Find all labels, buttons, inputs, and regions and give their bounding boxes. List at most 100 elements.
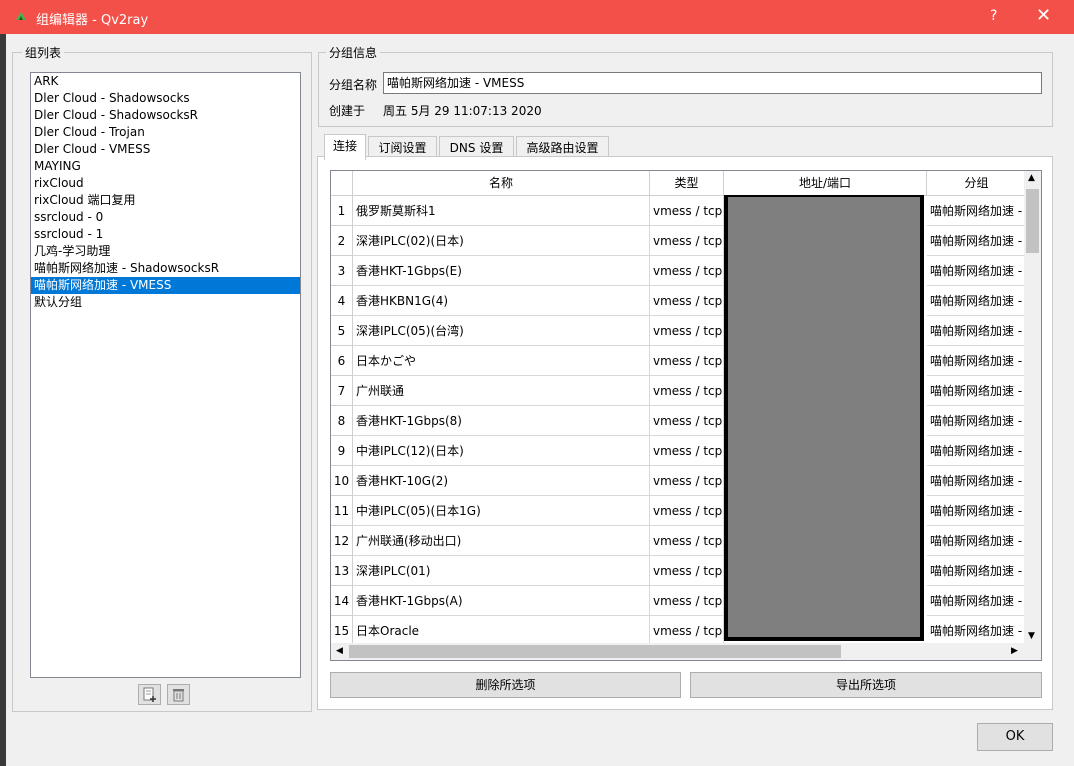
delete-selected-button[interactable]: 删除所选项 [330,672,681,698]
add-group-icon [143,687,156,702]
cell-group[interactable]: 喵帕斯网络加速 - [927,376,1027,406]
row-header[interactable]: 9 [331,436,353,466]
cell-name[interactable]: 深港IPLC(01) [353,556,650,586]
cell-type[interactable]: vmess / tcp [650,466,724,496]
cell-type[interactable]: vmess / tcp [650,316,724,346]
cell-name[interactable]: 中港IPLC(12)(日本) [353,436,650,466]
connections-table[interactable]: 名称 类型 地址/端口 分组 1 俄罗斯莫斯科1 vmess / tcp 喵帕斯网络加… [330,170,1042,661]
scroll-up-icon[interactable]: ▲ [1028,173,1035,183]
row-header[interactable]: 4 [331,286,353,316]
export-selected-button[interactable]: 导出所选项 [690,672,1042,698]
cell-group[interactable]: 喵帕斯网络加速 - [927,526,1027,556]
horizontal-scroll-thumb[interactable] [349,645,841,658]
group-list-item[interactable]: rixCloud [31,175,300,192]
cell-name[interactable]: 日本Oracle [353,616,650,646]
cell-type[interactable]: vmess / tcp [650,556,724,586]
cell-group[interactable]: 喵帕斯网络加速 - [927,616,1027,646]
cell-group[interactable]: 喵帕斯网络加速 - [927,226,1027,256]
row-header[interactable]: 15 [331,616,353,646]
cell-group[interactable]: 喵帕斯网络加速 - [927,406,1027,436]
cell-group[interactable]: 喵帕斯网络加速 - [927,286,1027,316]
table-horizontal-scrollbar[interactable]: ◀ ▶ [331,643,1041,660]
cell-name[interactable]: 香港HKT-10G(2) [353,466,650,496]
row-header[interactable]: 5 [331,316,353,346]
cell-group[interactable]: 喵帕斯网络加速 - [927,496,1027,526]
group-list-item[interactable]: ssrcloud - 0 [31,209,300,226]
add-group-button[interactable] [138,684,161,705]
scroll-down-icon[interactable]: ▼ [1028,631,1035,641]
cell-type[interactable]: vmess / tcp [650,196,724,226]
cell-type[interactable]: vmess / tcp [650,256,724,286]
cell-name[interactable]: 香港HKBN1G(4) [353,286,650,316]
cell-group[interactable]: 喵帕斯网络加速 - [927,556,1027,586]
cell-type[interactable]: vmess / tcp [650,586,724,616]
scroll-left-icon[interactable]: ◀ [336,646,343,656]
row-header[interactable]: 7 [331,376,353,406]
row-header[interactable]: 3 [331,256,353,286]
group-list-item[interactable]: 默认分组 [31,294,300,311]
vertical-scroll-thumb[interactable] [1026,189,1039,253]
cell-name[interactable]: 深港IPLC(02)(日本) [353,226,650,256]
column-header-name[interactable]: 名称 [353,171,650,196]
group-list-item[interactable]: 喵帕斯网络加速 - ShadowsocksR [31,260,300,277]
column-header-address-port[interactable]: 地址/端口 [724,171,927,196]
row-header[interactable]: 11 [331,496,353,526]
row-header[interactable]: 8 [331,406,353,436]
group-list-item[interactable]: Dler Cloud - VMESS [31,141,300,158]
cell-type[interactable]: vmess / tcp [650,346,724,376]
cell-name[interactable]: 香港HKT-1Gbps(E) [353,256,650,286]
table-corner [331,171,353,196]
cell-group[interactable]: 喵帕斯网络加速 - [927,196,1027,226]
cell-name[interactable]: 香港HKT-1Gbps(8) [353,406,650,436]
group-list-item[interactable]: ARK [31,73,300,90]
cell-name[interactable]: 广州联通 [353,376,650,406]
group-list-item[interactable]: Dler Cloud - Trojan [31,124,300,141]
row-header[interactable]: 2 [331,226,353,256]
cell-name[interactable]: 中港IPLC(05)(日本1G) [353,496,650,526]
cell-group[interactable]: 喵帕斯网络加速 - [927,346,1027,376]
cell-type[interactable]: vmess / tcp [650,436,724,466]
table-vertical-scrollbar[interactable]: ▲ ▼ [1024,171,1041,645]
group-list-item[interactable]: 几鸡-学习助理 [31,243,300,260]
row-header[interactable]: 12 [331,526,353,556]
group-list-item[interactable]: ssrcloud - 1 [31,226,300,243]
cell-name[interactable]: 日本かごや [353,346,650,376]
cell-name[interactable]: 深港IPLC(05)(台湾) [353,316,650,346]
cell-type[interactable]: vmess / tcp [650,286,724,316]
row-header[interactable]: 1 [331,196,353,226]
group-list-item[interactable]: MAYING [31,158,300,175]
cell-type[interactable]: vmess / tcp [650,406,724,436]
cell-name[interactable]: 香港HKT-1Gbps(A) [353,586,650,616]
column-header-group[interactable]: 分组 [927,171,1027,196]
row-header[interactable]: 6 [331,346,353,376]
cell-name[interactable]: 俄罗斯莫斯科1 [353,196,650,226]
cell-name[interactable]: 广州联通(移动出口) [353,526,650,556]
ok-button[interactable]: OK [977,723,1053,751]
row-header[interactable]: 13 [331,556,353,586]
group-name-input[interactable]: 喵帕斯网络加速 - VMESS [383,72,1042,94]
group-list-item[interactable]: Dler Cloud - ShadowsocksR [31,107,300,124]
cell-group[interactable]: 喵帕斯网络加速 - [927,256,1027,286]
column-header-type[interactable]: 类型 [650,171,724,196]
delete-group-button[interactable] [167,684,190,705]
cell-type[interactable]: vmess / tcp [650,496,724,526]
cell-group[interactable]: 喵帕斯网络加速 - [927,436,1027,466]
group-list-item[interactable]: 喵帕斯网络加速 - VMESS [31,277,300,294]
close-button[interactable]: ✕ [1036,5,1051,26]
group-list-item[interactable]: Dler Cloud - Shadowsocks [31,90,300,107]
group-list[interactable]: ARK Dler Cloud - Shadowsocks Dler Cloud - … [30,72,301,678]
cell-group[interactable]: 喵帕斯网络加速 - [927,316,1027,346]
cell-type[interactable]: vmess / tcp [650,226,724,256]
group-list-item[interactable]: rixCloud 端口复用 [31,192,300,209]
cell-type[interactable]: vmess / tcp [650,526,724,556]
cell-group[interactable]: 喵帕斯网络加速 - [927,586,1027,616]
tab-connections[interactable]: 连接 [324,134,366,160]
cell-type[interactable]: vmess / tcp [650,376,724,406]
cell-group[interactable]: 喵帕斯网络加速 - [927,466,1027,496]
row-header[interactable]: 14 [331,586,353,616]
help-button[interactable]: ? [990,8,997,24]
cell-type[interactable]: vmess / tcp [650,616,724,646]
row-header[interactable]: 10 [331,466,353,496]
scroll-right-icon[interactable]: ▶ [1011,646,1018,656]
group-name-label: 分组名称 [329,78,378,92]
